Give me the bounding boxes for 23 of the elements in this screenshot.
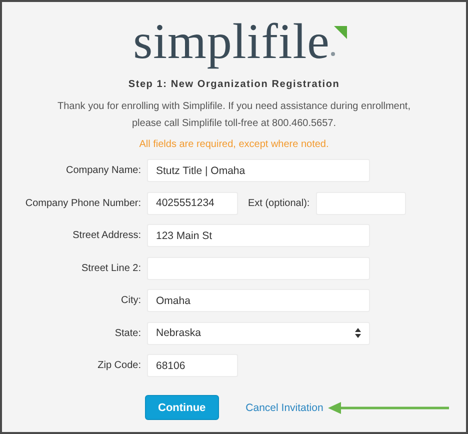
field-label: Zip Code: — [96, 360, 141, 371]
step-heading: Step 1: New Organization Registration — [127, 79, 341, 90]
updown-arrows-icon — [355, 328, 361, 338]
intro-text: Thank you for enrolling with Simplifile. If you need assistance during enrollment, please call Simplifile toll-free at 800.460.5657. — [56, 100, 412, 131]
input-field[interactable]: 123 Main St — [147, 224, 370, 247]
input-field[interactable]: 68106 — [147, 354, 238, 377]
arrow-icon — [328, 402, 450, 414]
field-label: Ext (optional): — [248, 198, 310, 208]
field-label: Company Phone Number: — [24, 198, 141, 208]
input-field[interactable]: Omaha — [147, 289, 370, 312]
field-label: Company Name: — [64, 165, 141, 176]
field-label: City: — [120, 295, 141, 306]
field-label: Street Address: — [72, 230, 141, 241]
logo-text: simplifile — [133, 14, 330, 68]
input-field[interactable]: 4025551234 — [147, 192, 238, 214]
required-notice: All fields are required, except where noted. — [138, 139, 330, 150]
input-field[interactable]: Stutz Title | Omaha — [147, 159, 370, 182]
field-label: Street Line 2: — [80, 262, 141, 274]
field-label: State: — [114, 328, 141, 338]
state-dropdown[interactable]: Nebraska — [147, 322, 370, 344]
triangle-icon — [334, 26, 347, 39]
cancel-link[interactable]: Cancel Invitation — [246, 402, 324, 414]
registered-mark-icon — [330, 52, 335, 56]
